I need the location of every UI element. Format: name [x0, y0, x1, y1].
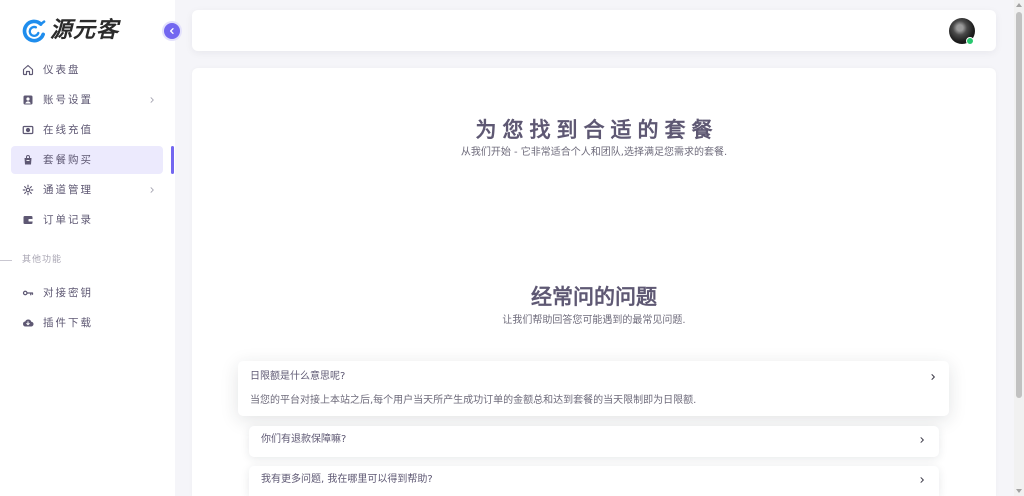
scroll-up-arrow-icon[interactable] — [1014, 0, 1024, 10]
chevron-right-icon — [918, 436, 926, 444]
faq-subtitle: 让我们帮助回答您可能遇到的最常见问题. — [502, 315, 686, 326]
faq-question: 你们有退款保障嘛? — [261, 434, 347, 445]
active-item-indicator — [171, 146, 174, 174]
user-card-icon — [22, 94, 34, 106]
faq-question: 日限额是什么意思呢? — [250, 371, 346, 382]
faq-title: 经常问的问题 — [531, 285, 657, 309]
wallet-icon — [22, 214, 34, 226]
sidebar-item-label: 账号设置 — [43, 94, 93, 106]
sidebar-item-label: 对接密钥 — [43, 287, 93, 299]
menu-section-title: 其他功能 — [22, 255, 63, 265]
sidebar-item-package-purchase[interactable]: 套餐购买 — [11, 146, 163, 174]
sidebar-item-label: 通道管理 — [43, 184, 93, 196]
sidebar-collapse-button[interactable] — [164, 23, 180, 39]
sidebar-item-plugin-download[interactable]: 插件下载 — [11, 309, 163, 337]
chevron-right-icon — [918, 476, 926, 484]
sidebar-item-label: 仪表盘 — [43, 64, 81, 76]
sidebar-item-channel-management[interactable]: 通道管理 — [11, 176, 163, 204]
sidebar-item-label: 套餐购买 — [43, 154, 93, 166]
banknote-icon — [22, 124, 34, 136]
pricing-subtitle: 从我们开始 - 它非常适合个人和团队,选择满足您需求的套餐. — [460, 147, 728, 158]
brand-logo[interactable]: 源元客 — [22, 17, 119, 45]
sidebar-item-order-records[interactable]: 订单记录 — [11, 206, 163, 234]
home-icon — [22, 64, 34, 76]
sidebar-item-label: 插件下载 — [43, 317, 93, 329]
sidebar-item-online-recharge[interactable]: 在线充值 — [11, 116, 163, 144]
sidebar-item-label: 订单记录 — [43, 214, 93, 226]
brand-logo-text: 源元客 — [50, 18, 120, 43]
chevron-right-icon — [929, 373, 937, 381]
sidebar-item-account-settings[interactable]: 账号设置 — [11, 86, 163, 114]
other-menu: 对接密钥 插件下载 — [11, 279, 163, 339]
chevron-right-icon — [148, 96, 156, 104]
main-menu: 仪表盘 账号设置 在线充值 套餐购买 通道管理 订单记录 — [11, 56, 163, 236]
sidebar-item-dashboard[interactable]: 仪表盘 — [11, 56, 163, 84]
page-scrollbar[interactable] — [1014, 0, 1024, 496]
online-status-badge — [966, 37, 974, 45]
faq-item-expanded[interactable]: 日限额是什么意思呢? 当您的平台对接上本站之后,每个用户当天所产生成功订单的金额… — [238, 361, 949, 416]
shopping-bag-icon — [22, 154, 34, 166]
content-card: 为您找到合适的套餐 从我们开始 - 它非常适合个人和团队,选择满足您需求的套餐.… — [192, 68, 996, 496]
chevron-right-icon — [148, 186, 156, 194]
faq-item[interactable]: 我有更多问题, 我在哪里可以得到帮助? — [249, 466, 939, 496]
sidebar: 源元客 仪表盘 账号设置 在线充值 套餐购买 通道管理 订单记录 其他功能 对接… — [0, 0, 180, 496]
faq-answer: 当您的平台对接上本站之后,每个用户当天所产生成功订单的金额总和达到套餐的当天限制… — [250, 395, 697, 406]
sidebar-item-api-key[interactable]: 对接密钥 — [11, 279, 163, 307]
top-navbar — [192, 10, 996, 51]
pricing-title: 为您找到合适的套餐 — [475, 118, 719, 142]
section-divider — [0, 260, 12, 261]
gear-icon — [22, 184, 34, 196]
scrollbar-thumb[interactable] — [1016, 12, 1022, 398]
cloud-download-icon — [22, 317, 34, 329]
key-icon — [22, 287, 34, 299]
chevron-left-icon — [170, 28, 174, 34]
faq-item[interactable]: 你们有退款保障嘛? — [249, 426, 939, 457]
faq-question: 我有更多问题, 我在哪里可以得到帮助? — [261, 474, 433, 485]
sidebar-item-label: 在线充值 — [43, 124, 93, 136]
swirl-logo-icon — [22, 18, 47, 44]
scroll-down-arrow-icon[interactable] — [1014, 486, 1024, 496]
